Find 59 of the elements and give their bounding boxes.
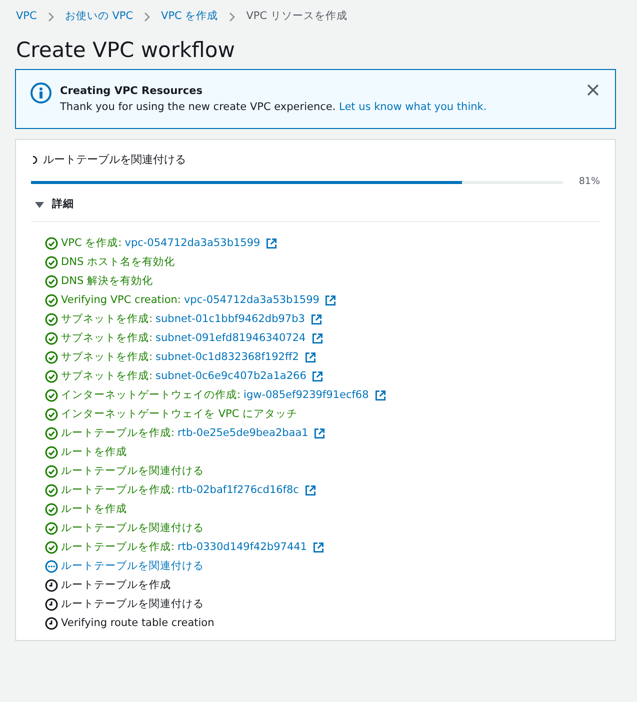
close-button[interactable]	[585, 82, 601, 98]
step-label: サブネットを作成:	[61, 330, 153, 346]
resource-link[interactable]: vpc-054712da3a53b1599	[124, 236, 260, 252]
step-label: Verifying route table creation	[61, 616, 214, 631]
external-link-icon[interactable]	[325, 295, 336, 306]
resource-link[interactable]: subnet-0c1d832368f192ff2	[156, 350, 299, 366]
step-label: ルートを作成	[61, 444, 127, 460]
step-label: ルートテーブルを作成:	[61, 540, 175, 555]
external-link-icon[interactable]	[266, 238, 278, 250]
step-label: DNS 解決を有効化	[61, 274, 153, 289]
external-link-icon[interactable]	[304, 485, 316, 496]
step-label: DNS ホスト名を有効化	[61, 254, 175, 270]
resource-link[interactable]: subnet-091efd81946340724	[156, 330, 306, 347]
step-label: サブネットを作成:	[61, 368, 153, 384]
breadcrumb-link[interactable]: お使いの VPC	[64, 9, 134, 25]
caret-icon	[35, 201, 44, 210]
page-title: Create VPC workflow	[16, 38, 236, 64]
step-label: VPC を作成:	[61, 236, 122, 251]
step-label: ルートテーブルを関連付ける	[61, 464, 204, 479]
external-link-icon[interactable]	[313, 542, 324, 554]
step-label: ルートテーブルを作成:	[61, 426, 175, 441]
spinner-icon	[31, 154, 39, 165]
step-label: ルートテーブルを作成:	[61, 482, 175, 498]
chevron-icon	[143, 12, 152, 22]
external-link-icon[interactable]	[310, 314, 322, 326]
step-label: ルートを作成	[61, 502, 127, 517]
resource-link[interactable]: subnet-0c6e9c407b2a1a266	[156, 368, 306, 385]
breadcrumb-link[interactable]: VPC を作成	[161, 9, 218, 25]
breadcrumb-current: VPC リソースを作成	[246, 9, 348, 24]
resource-link[interactable]: rtb-02baf1f276cd16f8c	[178, 482, 299, 499]
step-label: ルートテーブルを関連付ける	[61, 558, 204, 574]
step-label: サブネットを作成:	[61, 350, 153, 365]
step-label: インターネットゲートウェイの作成:	[61, 388, 241, 403]
step-label: サブネットを作成:	[61, 312, 153, 327]
resource-link[interactable]: vpc-054712da3a53b1599	[184, 292, 320, 309]
step-label: Verifying VPC creation:	[61, 292, 181, 308]
info-icon	[30, 82, 52, 104]
external-link-icon[interactable]	[304, 352, 316, 364]
feedback-link[interactable]: Let us know what you think.	[339, 100, 487, 113]
chevron-icon	[46, 12, 55, 22]
resource-link[interactable]: rtb-0330d149f42b97441	[178, 540, 307, 556]
external-link-icon[interactable]	[312, 371, 324, 382]
details-toggle[interactable]: 詳細	[35, 197, 74, 214]
progress-status: ルートテーブルを関連付ける	[43, 152, 186, 168]
resource-link[interactable]: rtb-0e25e5de9bea2baa1	[178, 426, 308, 442]
progress-percent: 81%	[578, 175, 600, 190]
step-label: ルートテーブルを関連付ける	[61, 596, 204, 612]
chevron-icon	[228, 12, 236, 22]
resource-link[interactable]: igw-085ef9239f91ecf68	[244, 388, 369, 404]
breadcrumb-link[interactable]: VPC	[16, 9, 37, 25]
external-link-icon[interactable]	[314, 428, 326, 440]
step-label: インターネットゲートウェイを VPC にアタッチ	[61, 406, 298, 422]
step-label: ルートテーブルを関連付ける	[61, 520, 204, 536]
resource-link[interactable]: subnet-01c1bbf9462db97b3	[156, 312, 305, 328]
external-link-icon[interactable]	[374, 390, 386, 402]
banner-message: Thank you for using the new create VPC experience. Let us know what you think.	[60, 100, 488, 115]
external-link-icon[interactable]	[312, 333, 323, 344]
step-label: ルートテーブルを作成	[61, 578, 171, 593]
banner-title: Creating VPC Resources	[60, 84, 204, 100]
